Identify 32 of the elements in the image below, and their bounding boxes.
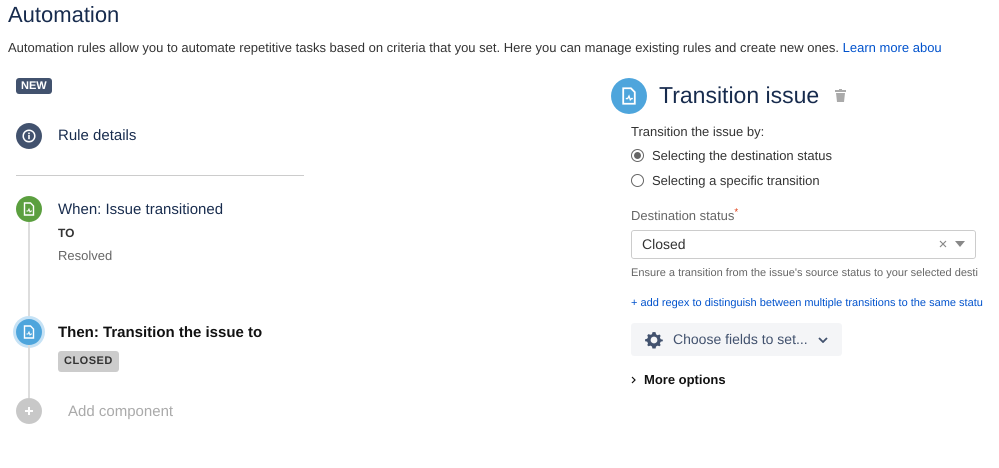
status-lozenge: CLOSED <box>58 351 119 372</box>
document-icon[interactable] <box>16 196 42 222</box>
radio-option[interactable]: Selecting a specific transition <box>631 170 983 190</box>
condition-label: TO <box>58 224 76 242</box>
clear-icon[interactable] <box>939 240 947 248</box>
radio-option[interactable]: Selecting the destination status <box>631 146 983 166</box>
chevron-icon <box>631 376 636 384</box>
new-badge: NEW <box>16 78 52 94</box>
step-title[interactable]: Then: Transition the issue to <box>58 323 262 343</box>
choose-fields-button[interactable]: Choose fields to set... <box>631 323 842 356</box>
help-text: Ensure a transition from the issue's source status to your selected desti <box>631 266 979 280</box>
caret-icon[interactable] <box>955 241 965 247</box>
learn-more-link[interactable]: Learn more abou <box>842 40 942 55</box>
settings-icon <box>645 330 663 348</box>
plus-icon[interactable] <box>16 398 42 424</box>
rule-details-link[interactable]: Rule details <box>58 126 136 146</box>
document-icon <box>611 78 647 114</box>
regex-link[interactable]: + add regex to distinguish between multiple transitions to the same statu <box>631 295 983 312</box>
condition-value: Resolved <box>58 246 114 264</box>
more-options-toggle[interactable]: More options <box>631 370 983 390</box>
required-asterisk: * <box>734 207 738 218</box>
method-label: Transition the issue by: <box>631 122 766 141</box>
step-title[interactable]: When: Issue transitioned <box>58 200 224 220</box>
status-select[interactable]: Closed <box>631 230 976 258</box>
document-icon[interactable] <box>16 319 42 345</box>
info-icon <box>16 122 42 148</box>
panel-title: Transition issue <box>659 82 820 110</box>
page-title: Automation <box>8 1 120 29</box>
chevron-icon <box>818 336 828 342</box>
description-text: Automation rules allow you to automate repetitive tasks based on criteria that you set. Here you can manage existing rules and create new ones. Learn more abou <box>8 39 943 57</box>
field-label: Destination status$^{*}$ <box>631 206 740 225</box>
trash-icon[interactable] <box>835 89 846 102</box>
